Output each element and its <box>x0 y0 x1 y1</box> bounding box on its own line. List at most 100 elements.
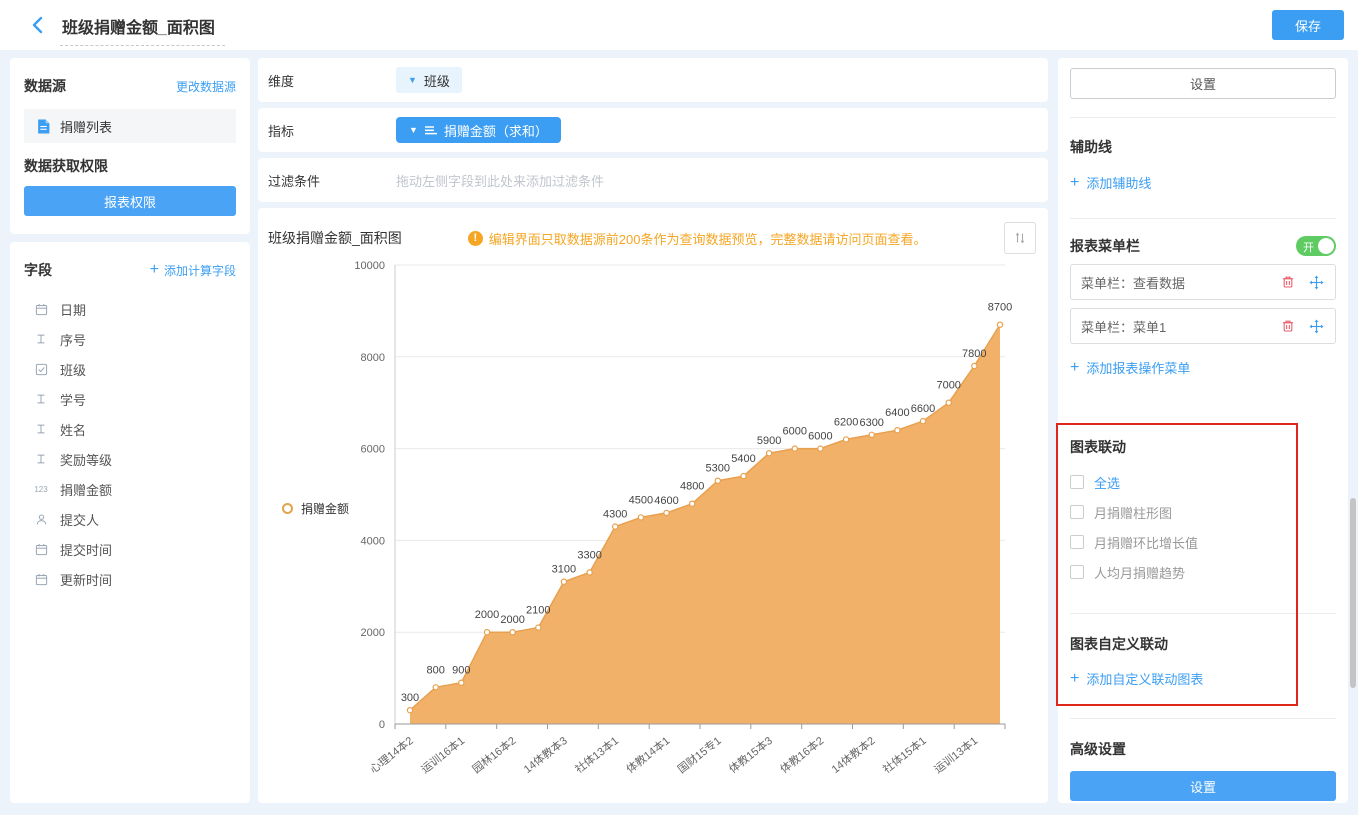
divider <box>1070 218 1336 219</box>
text-icon <box>32 333 50 345</box>
field-list: 日期序号班级学号姓名奖励等级 123捐赠金额提交人提交时间更新时间 <box>24 294 236 594</box>
field-label: 奖励等级 <box>60 450 112 469</box>
field-item[interactable]: 奖励等级 <box>24 444 236 474</box>
field-item[interactable]: 姓名 <box>24 414 236 444</box>
filter-label: 过滤条件 <box>268 171 396 190</box>
permission-title: 数据获取权限 <box>24 156 236 176</box>
field-label: 姓名 <box>60 420 86 439</box>
plus-icon: + <box>1070 175 1079 191</box>
vertical-scrollbar[interactable] <box>1350 498 1356 688</box>
custom-linkage-title: 图表自定义联动 <box>1070 634 1336 654</box>
add-custom-linkage-link[interactable]: + 添加自定义联动图表 <box>1070 669 1336 688</box>
svg-text:6000: 6000 <box>783 426 807 438</box>
linkage-option[interactable]: 全选 <box>1070 467 1336 497</box>
svg-text:4000: 4000 <box>361 535 385 547</box>
move-icon[interactable] <box>1307 275 1325 290</box>
x-axis: 心理14本2运训16本1园林16本214体教本3社体13本1体教14本1国财15… <box>367 724 1005 776</box>
datasource-item[interactable]: 捐赠列表 <box>24 109 236 143</box>
checkbox[interactable] <box>1070 565 1084 579</box>
svg-text:运训16本1: 运训16本1 <box>418 733 467 776</box>
svg-text:2100: 2100 <box>526 605 550 617</box>
chevron-down-icon: ▼ <box>409 125 418 135</box>
metric-tag[interactable]: ▼ 捐赠金额（求和） <box>396 117 561 143</box>
plus-icon: + <box>150 262 159 278</box>
settings-button[interactable]: 设置 <box>1070 68 1336 99</box>
add-calc-field-link[interactable]: + 添加计算字段 <box>150 262 236 279</box>
linkage-option[interactable]: 月捐赠柱形图 <box>1070 497 1336 527</box>
page-title[interactable]: 班级捐赠金额_面积图 <box>60 14 225 46</box>
menu-bar-toggle[interactable]: 开 <box>1296 236 1336 256</box>
field-item[interactable]: 提交人 <box>24 504 236 534</box>
svg-text:4300: 4300 <box>603 509 627 521</box>
preview-warning: ! 编辑界面只取数据源前200条作为查询数据预览，完整数据请访问页面查看。 <box>468 229 927 248</box>
datasource-panel: 数据源 更改数据源 捐赠列表 数据获取权限 报表权限 <box>10 58 250 234</box>
move-icon[interactable] <box>1307 319 1325 334</box>
delete-icon[interactable] <box>1279 319 1297 333</box>
svg-text:800: 800 <box>427 664 445 676</box>
linkage-option[interactable]: 月捐赠环比增长值 <box>1070 527 1336 557</box>
menu-bar-item-label: 菜单栏：查看数据 <box>1081 273 1185 292</box>
datasource-name: 捐赠列表 <box>60 117 112 136</box>
add-report-menu-label: 添加报表操作菜单 <box>1086 358 1190 377</box>
svg-text:3100: 3100 <box>552 564 576 576</box>
metric-value: 捐赠金额（求和） <box>444 121 548 140</box>
filter-row[interactable]: 过滤条件 拖动左侧字段到此处来添加过滤条件 <box>258 158 1048 202</box>
fields-title: 字段 <box>24 260 52 280</box>
legend-label: 捐赠金额 <box>301 500 349 517</box>
add-aux-line-label: 添加辅助线 <box>1086 173 1151 192</box>
linkage-option-label: 人均月捐赠趋势 <box>1094 563 1185 582</box>
add-aux-line-link[interactable]: + 添加辅助线 <box>1070 173 1336 192</box>
text-icon <box>32 453 50 465</box>
calendar-icon <box>32 303 50 316</box>
field-label: 捐赠金额 <box>60 480 112 499</box>
menu-bar-item[interactable]: 菜单栏：查看数据 <box>1070 264 1336 300</box>
field-item[interactable]: 提交时间 <box>24 534 236 564</box>
change-datasource-link[interactable]: 更改数据源 <box>176 78 236 95</box>
calendar-icon <box>32 543 50 556</box>
checkbox[interactable] <box>1070 475 1084 489</box>
plus-icon: + <box>1070 671 1079 687</box>
field-item[interactable]: 班级 <box>24 354 236 384</box>
checkbox[interactable] <box>1070 535 1084 549</box>
svg-text:心理14本2: 心理14本2 <box>367 733 416 776</box>
top-bar: 班级捐赠金额_面积图 保存 <box>0 0 1358 50</box>
chart-title: 班级捐赠金额_面积图 <box>268 228 402 248</box>
add-calc-field-label: 添加计算字段 <box>164 262 236 279</box>
field-label: 提交时间 <box>60 540 112 559</box>
report-permission-button[interactable]: 报表权限 <box>24 186 236 216</box>
chevron-down-icon: ▼ <box>408 75 417 85</box>
field-item[interactable]: 更新时间 <box>24 564 236 594</box>
advanced-settings-button[interactable]: 设置 <box>1070 771 1336 801</box>
dimension-tag[interactable]: ▼ 班级 <box>396 67 462 93</box>
field-item[interactable]: 123捐赠金额 <box>24 474 236 504</box>
save-button[interactable]: 保存 <box>1272 10 1344 40</box>
metric-label: 指标 <box>268 121 396 140</box>
report-designer-page: 班级捐赠金额_面积图 保存 数据源 更改数据源 捐赠列表 数据获取权限 报表权限… <box>0 0 1358 815</box>
field-item[interactable]: 日期 <box>24 294 236 324</box>
svg-text:5400: 5400 <box>731 453 755 465</box>
add-report-menu-link[interactable]: + 添加报表操作菜单 <box>1070 358 1336 377</box>
legend-item[interactable]: 捐赠金额 <box>282 500 349 517</box>
svg-text:2000: 2000 <box>475 609 499 621</box>
fields-panel: 字段 + 添加计算字段 日期序号班级学号姓名奖励等级 123捐赠金额提交人提交时间… <box>10 242 250 803</box>
back-button[interactable] <box>28 14 50 36</box>
field-item[interactable]: 学号 <box>24 384 236 414</box>
area-series <box>410 325 1000 724</box>
chart-panel: 班级捐赠金额_面积图 ! 编辑界面只取数据源前200条作为查询数据预览，完整数据… <box>258 208 1048 803</box>
field-item[interactable]: 序号 <box>24 324 236 354</box>
svg-text:4600: 4600 <box>654 495 678 507</box>
delete-icon[interactable] <box>1279 275 1297 289</box>
svg-text:14体教本2: 14体教本2 <box>828 733 877 776</box>
svg-text:7000: 7000 <box>936 380 960 392</box>
plus-icon: + <box>1070 360 1079 376</box>
checkbox[interactable] <box>1070 505 1084 519</box>
svg-text:6000: 6000 <box>361 444 385 456</box>
svg-text:国财15专1: 国财15专1 <box>675 733 724 776</box>
field-label: 日期 <box>60 300 86 319</box>
field-label: 更新时间 <box>60 570 112 589</box>
field-label: 序号 <box>60 330 86 349</box>
menu-bar-item[interactable]: 菜单栏：菜单1 <box>1070 308 1336 344</box>
linkage-option[interactable]: 人均月捐赠趋势 <box>1070 557 1336 587</box>
settings-panel: 设置 辅助线 + 添加辅助线 报表菜单栏 开 菜单栏：查看数据菜单栏：菜单1 +… <box>1058 58 1348 803</box>
sort-button[interactable] <box>1004 222 1036 254</box>
